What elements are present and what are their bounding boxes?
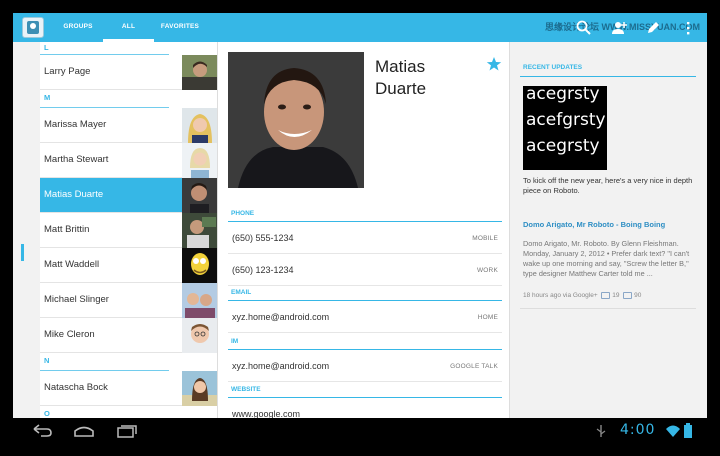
contact-name: Natascha Bock xyxy=(44,382,108,393)
contact-name: Martha Stewart xyxy=(44,154,109,165)
phone-number: (650) 123-1234 xyxy=(232,265,294,275)
contact-photo xyxy=(182,108,217,143)
contact-name: Matias Duarte xyxy=(44,189,104,200)
plus-one-icon[interactable] xyxy=(601,292,611,299)
phone-type: MOBILE xyxy=(472,235,498,242)
email-type: HOME xyxy=(477,314,498,321)
recent-apps-icon[interactable] xyxy=(116,423,138,439)
phone-row-mobile[interactable]: (650) 555-1234 MOBILE xyxy=(228,224,502,254)
contact-large-photo xyxy=(228,52,364,188)
phone-number: (650) 555-1234 xyxy=(232,233,294,243)
list-scroll-indicator[interactable] xyxy=(21,244,24,261)
contact-photo xyxy=(182,213,217,248)
phone-row-work[interactable]: (650) 123-1234 WORK xyxy=(228,256,502,286)
action-bar: GROUPS ALL FAVORITES 思缘设计论坛 WWW.MISSYUAN… xyxy=(13,13,707,42)
update-body: Domo Arigato, Mr. Roboto. By Glenn Fleis… xyxy=(523,239,690,278)
email-address: xyz.home@android.com xyxy=(232,312,330,322)
contact-name: Larry Page xyxy=(44,66,91,77)
device-frame: GROUPS ALL FAVORITES 思缘设计论坛 WWW.MISSYUAN… xyxy=(0,0,720,456)
contact-row[interactable]: Matt Waddell xyxy=(40,248,217,283)
contact-row[interactable]: Larry Page xyxy=(40,55,217,90)
contact-photo xyxy=(182,143,217,178)
wifi-icon xyxy=(666,425,680,437)
recent-updates-panel: RECENT UPDATES acegrsty acefgrsty acegrs… xyxy=(510,42,707,418)
im-type: GOOGLE TALK xyxy=(450,363,498,370)
contact-list[interactable]: L Larry Page M Marissa Mayer Martha Stew… xyxy=(40,42,217,418)
section-header-phone: PHONE xyxy=(228,208,502,222)
update-image[interactable]: acegrsty acefgrsty acegrsty xyxy=(523,86,607,170)
update-divider xyxy=(520,308,696,309)
system-nav-bar: 4:00 xyxy=(13,418,707,444)
overflow-menu-icon[interactable] xyxy=(679,19,697,37)
contact-photo xyxy=(182,371,217,406)
section-header-im: IM xyxy=(228,336,502,350)
im-address: xyz.home@android.com xyxy=(232,361,330,371)
tab-all[interactable]: ALL xyxy=(103,13,154,42)
contact-photo xyxy=(182,248,217,283)
contact-row-selected[interactable]: Matias Duarte xyxy=(40,178,217,213)
contact-photo xyxy=(182,283,217,318)
contact-display-name: Matias Duarte xyxy=(375,57,427,98)
contact-row[interactable]: Michael Slinger xyxy=(40,283,217,318)
share-icon[interactable] xyxy=(623,292,633,299)
contact-name: Mike Cleron xyxy=(44,329,95,340)
edit-icon[interactable] xyxy=(644,19,662,37)
contact-row[interactable]: Martha Stewart xyxy=(40,143,217,178)
search-icon[interactable] xyxy=(575,19,593,37)
recent-updates-header: RECENT UPDATES xyxy=(520,62,696,77)
im-row[interactable]: xyz.home@android.com GOOGLE TALK xyxy=(228,352,502,382)
phone-type: WORK xyxy=(476,267,498,274)
status-clock: 4:00 xyxy=(620,422,656,438)
contacts-app-icon[interactable] xyxy=(22,17,44,38)
contact-name: Michael Slinger xyxy=(44,294,109,305)
contact-name: Matt Waddell xyxy=(44,259,100,270)
section-header-m: M xyxy=(40,90,217,108)
contact-details: Matias Duarte PHONE (650) 555-1234 MOBIL… xyxy=(217,42,510,419)
tab-groups[interactable]: GROUPS xyxy=(53,13,103,42)
contact-photo xyxy=(182,318,217,353)
contact-row[interactable]: Marissa Mayer xyxy=(40,108,217,143)
section-header-l: L xyxy=(40,42,217,55)
update-text: To kick off the new year, here's a very … xyxy=(523,176,693,195)
update-meta: 18 hours ago via Google+ 19 90 xyxy=(523,292,642,300)
email-row-home[interactable]: xyz.home@android.com HOME xyxy=(228,303,502,333)
back-icon[interactable] xyxy=(31,423,53,439)
add-contact-icon[interactable] xyxy=(610,19,628,37)
section-header-website: WEBSITE xyxy=(228,384,502,398)
usb-icon xyxy=(596,425,606,437)
contact-row[interactable]: Natascha Bock xyxy=(40,371,217,406)
contact-row[interactable]: Matt Brittin xyxy=(40,213,217,248)
screen: GROUPS ALL FAVORITES 思缘设计论坛 WWW.MISSYUAN… xyxy=(13,13,707,444)
home-icon[interactable] xyxy=(73,423,95,439)
contact-name: Marissa Mayer xyxy=(44,119,107,130)
update-link[interactable]: Domo Arigato, Mr Roboto - Boing Boing xyxy=(523,220,665,229)
favorite-star-icon[interactable] xyxy=(486,56,502,72)
section-header-n: N xyxy=(40,353,217,371)
contact-photo xyxy=(182,55,217,90)
battery-icon xyxy=(684,423,692,438)
section-header-email: EMAIL xyxy=(228,287,502,301)
contact-row[interactable]: Mike Cleron xyxy=(40,318,217,353)
section-header-o: O xyxy=(40,406,217,418)
contact-name: Matt Brittin xyxy=(44,224,90,235)
contact-photo xyxy=(182,178,217,213)
tab-favorites[interactable]: FAVORITES xyxy=(154,13,206,42)
